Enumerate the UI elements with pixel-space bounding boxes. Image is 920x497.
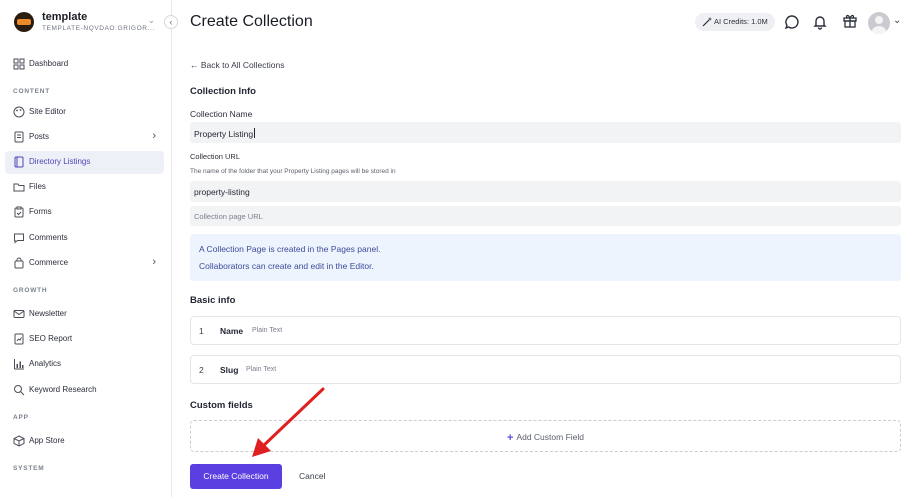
chat-icon[interactable] (784, 14, 800, 30)
sidebar-item-label: Forms (29, 207, 52, 216)
sidebar-item-forms[interactable]: Forms (5, 201, 164, 224)
collection-page-url-input[interactable]: Collection page URL (190, 206, 901, 226)
mail-icon (13, 310, 25, 318)
shopping-bag-icon (14, 257, 24, 269)
sidebar-item-newsletter[interactable]: Newsletter (5, 303, 164, 326)
field-name: Name (220, 326, 244, 336)
site-switcher[interactable]: template TEMPLATE-NQVDAO.GRIGOR... ⌄ (14, 10, 164, 36)
box-icon (13, 435, 25, 447)
sidebar-item-label: Dashboard (29, 59, 69, 68)
custom-fields-heading: Custom fields (190, 400, 253, 411)
collection-info-heading: Collection Info (190, 86, 256, 97)
search-icon (14, 385, 25, 396)
sidebar-item-files[interactable]: Files (5, 176, 164, 199)
page-title: Create Collection (190, 13, 313, 30)
sidebar-item-keyword-research[interactable]: Keyword Research (5, 379, 164, 402)
collection-name-value: Property Listing (194, 129, 254, 139)
site-name: template (42, 11, 88, 23)
field-type: Plain Text (246, 366, 277, 373)
collection-url-input[interactable]: property-listing (190, 181, 901, 202)
section-growth-label: GROWTH (13, 287, 48, 294)
chart-file-icon (14, 333, 24, 345)
comment-icon (14, 233, 24, 244)
sidebar: template TEMPLATE-NQVDAO.GRIGOR... ⌄ Das… (0, 0, 172, 497)
collection-name-input[interactable]: Property Listing (190, 122, 901, 143)
create-collection-button[interactable]: Create Collection (190, 464, 282, 489)
sidebar-item-label: Files (29, 182, 46, 191)
collection-url-help: The name of the folder that your Propert… (190, 168, 396, 175)
sidebar-item-site-editor[interactable]: Site Editor (5, 101, 164, 124)
sidebar-item-label: Comments (29, 233, 68, 242)
document-icon (14, 131, 24, 143)
sidebar-item-label: App Store (29, 436, 65, 445)
info-callout: A Collection Page is created in the Page… (190, 234, 901, 281)
section-content-label: CONTENT (13, 88, 51, 95)
sidebar-item-app-store[interactable]: App Store (5, 430, 164, 453)
collection-name-label: Collection Name (190, 109, 253, 119)
add-custom-field-button[interactable]: + Add Custom Field (190, 420, 901, 452)
clipboard-icon (14, 206, 24, 218)
sidebar-item-commerce[interactable]: Commerce › (5, 252, 164, 275)
cancel-button[interactable]: Cancel (299, 471, 325, 481)
section-app-label: APP (13, 414, 29, 421)
text-cursor (254, 128, 256, 138)
site-subdomain: TEMPLATE-NQVDAO.GRIGOR... (42, 25, 155, 32)
avatar[interactable] (868, 12, 890, 34)
folder-icon (13, 183, 25, 192)
bell-icon[interactable] (812, 14, 828, 30)
magic-wand-icon (702, 17, 712, 27)
book-icon (14, 156, 24, 168)
sidebar-item-label: Newsletter (29, 309, 67, 318)
sidebar-item-label: Posts (29, 132, 50, 141)
collection-page-url-placeholder: Collection page URL (194, 212, 263, 221)
sidebar-item-dashboard[interactable]: Dashboard (5, 53, 164, 76)
sidebar-item-seo-report[interactable]: SEO Report (5, 328, 164, 351)
field-name: Slug (220, 365, 239, 375)
sidebar-item-comments[interactable]: Comments (5, 227, 164, 250)
sidebar-item-label: Site Editor (29, 107, 66, 116)
field-number: 1 (199, 326, 204, 336)
collection-url-label: Collection URL (190, 152, 241, 161)
bar-chart-icon (14, 359, 24, 370)
info-line: Collaborators can create and edit in the… (199, 261, 374, 271)
sidebar-item-label: Commerce (29, 258, 69, 267)
site-logo (14, 12, 34, 32)
sidebar-item-analytics[interactable]: Analytics (5, 353, 164, 376)
sidebar-item-label: Analytics (29, 359, 62, 368)
basic-info-heading: Basic info (190, 295, 236, 306)
grid-icon (13, 58, 25, 70)
chevron-right-icon: › (152, 130, 156, 142)
ai-credits-badge[interactable]: AI Credits: 1.0M (695, 13, 775, 31)
collection-url-value: property-listing (194, 187, 250, 197)
gift-icon[interactable] (842, 12, 858, 28)
sidebar-item-label: Directory Listings (29, 157, 91, 166)
field-number: 2 (199, 365, 204, 375)
back-to-collections-link[interactable]: ← Back to All Collections (190, 60, 284, 70)
section-system-label: SYSTEM (13, 465, 45, 472)
field-type: Plain Text (252, 327, 283, 334)
palette-icon (13, 106, 25, 118)
chevron-down-icon[interactable]: ⌄ (893, 15, 901, 26)
plus-icon: + (507, 432, 514, 444)
chevron-down-icon: ⌄ (148, 16, 155, 25)
collapse-sidebar-button[interactable]: ‹ (164, 15, 178, 29)
sidebar-item-directory-listings[interactable]: Directory Listings (5, 151, 164, 174)
chevron-right-icon: › (152, 256, 156, 268)
field-row-slug[interactable]: 2 Slug Plain Text (190, 355, 901, 384)
sidebar-item-label: Keyword Research (29, 385, 97, 394)
sidebar-item-posts[interactable]: Posts › (5, 126, 164, 149)
field-row-name[interactable]: 1 Name Plain Text (190, 316, 901, 345)
sidebar-item-label: SEO Report (29, 334, 73, 343)
ai-credits-label: AI Credits: 1.0M (714, 17, 768, 26)
info-line: A Collection Page is created in the Page… (199, 244, 381, 254)
add-custom-field-label: Add Custom Field (516, 432, 584, 442)
